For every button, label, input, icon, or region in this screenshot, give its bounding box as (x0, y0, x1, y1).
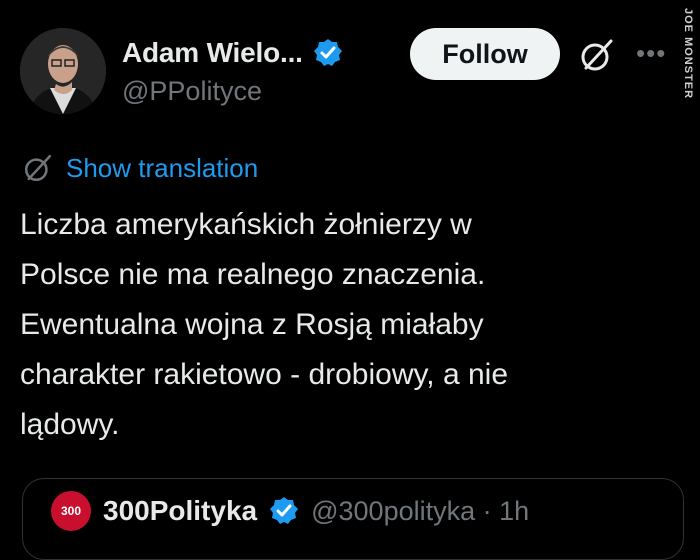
author-handle[interactable]: @PPolityce (122, 76, 262, 107)
tweet-line: charakter rakietowo - drobiowy, a nie (20, 358, 508, 391)
translate-icon (22, 152, 54, 184)
watermark: JOE MONSTER (682, 8, 694, 100)
tweet-line: Polsce nie ma realnego znaczenia. (20, 258, 486, 291)
more-icon[interactable]: ••• (636, 40, 666, 66)
tweet-line: Liczba amerykańskich żołnierzy w (20, 208, 472, 241)
author-name-row: Adam Wielo... (122, 33, 343, 73)
tweet-text: Liczba amerykańskich żołnierzy w Polsce … (20, 200, 680, 450)
author-name[interactable]: Adam Wielo... (122, 37, 303, 69)
verified-badge-icon (313, 38, 343, 68)
show-translation-row[interactable]: Show translation (22, 152, 258, 184)
quoted-tweet-card[interactable]: 300 300Polityka @300polityka · 1h (22, 478, 684, 560)
quoted-tweet-header: 300 300Polityka @300polityka · 1h (51, 491, 529, 531)
author-avatar[interactable] (20, 28, 106, 114)
tweet-line: lądowy. (20, 408, 120, 441)
avatar-photo (20, 28, 106, 114)
grok-icon[interactable] (578, 36, 616, 74)
quoted-author-avatar[interactable]: 300 (51, 491, 91, 531)
quoted-author-name[interactable]: 300Polityka (103, 495, 257, 527)
follow-button[interactable]: Follow (410, 28, 560, 80)
tweet-line: Ewentualna wojna z Rosją miałaby (20, 308, 484, 341)
show-translation-link[interactable]: Show translation (66, 153, 258, 184)
